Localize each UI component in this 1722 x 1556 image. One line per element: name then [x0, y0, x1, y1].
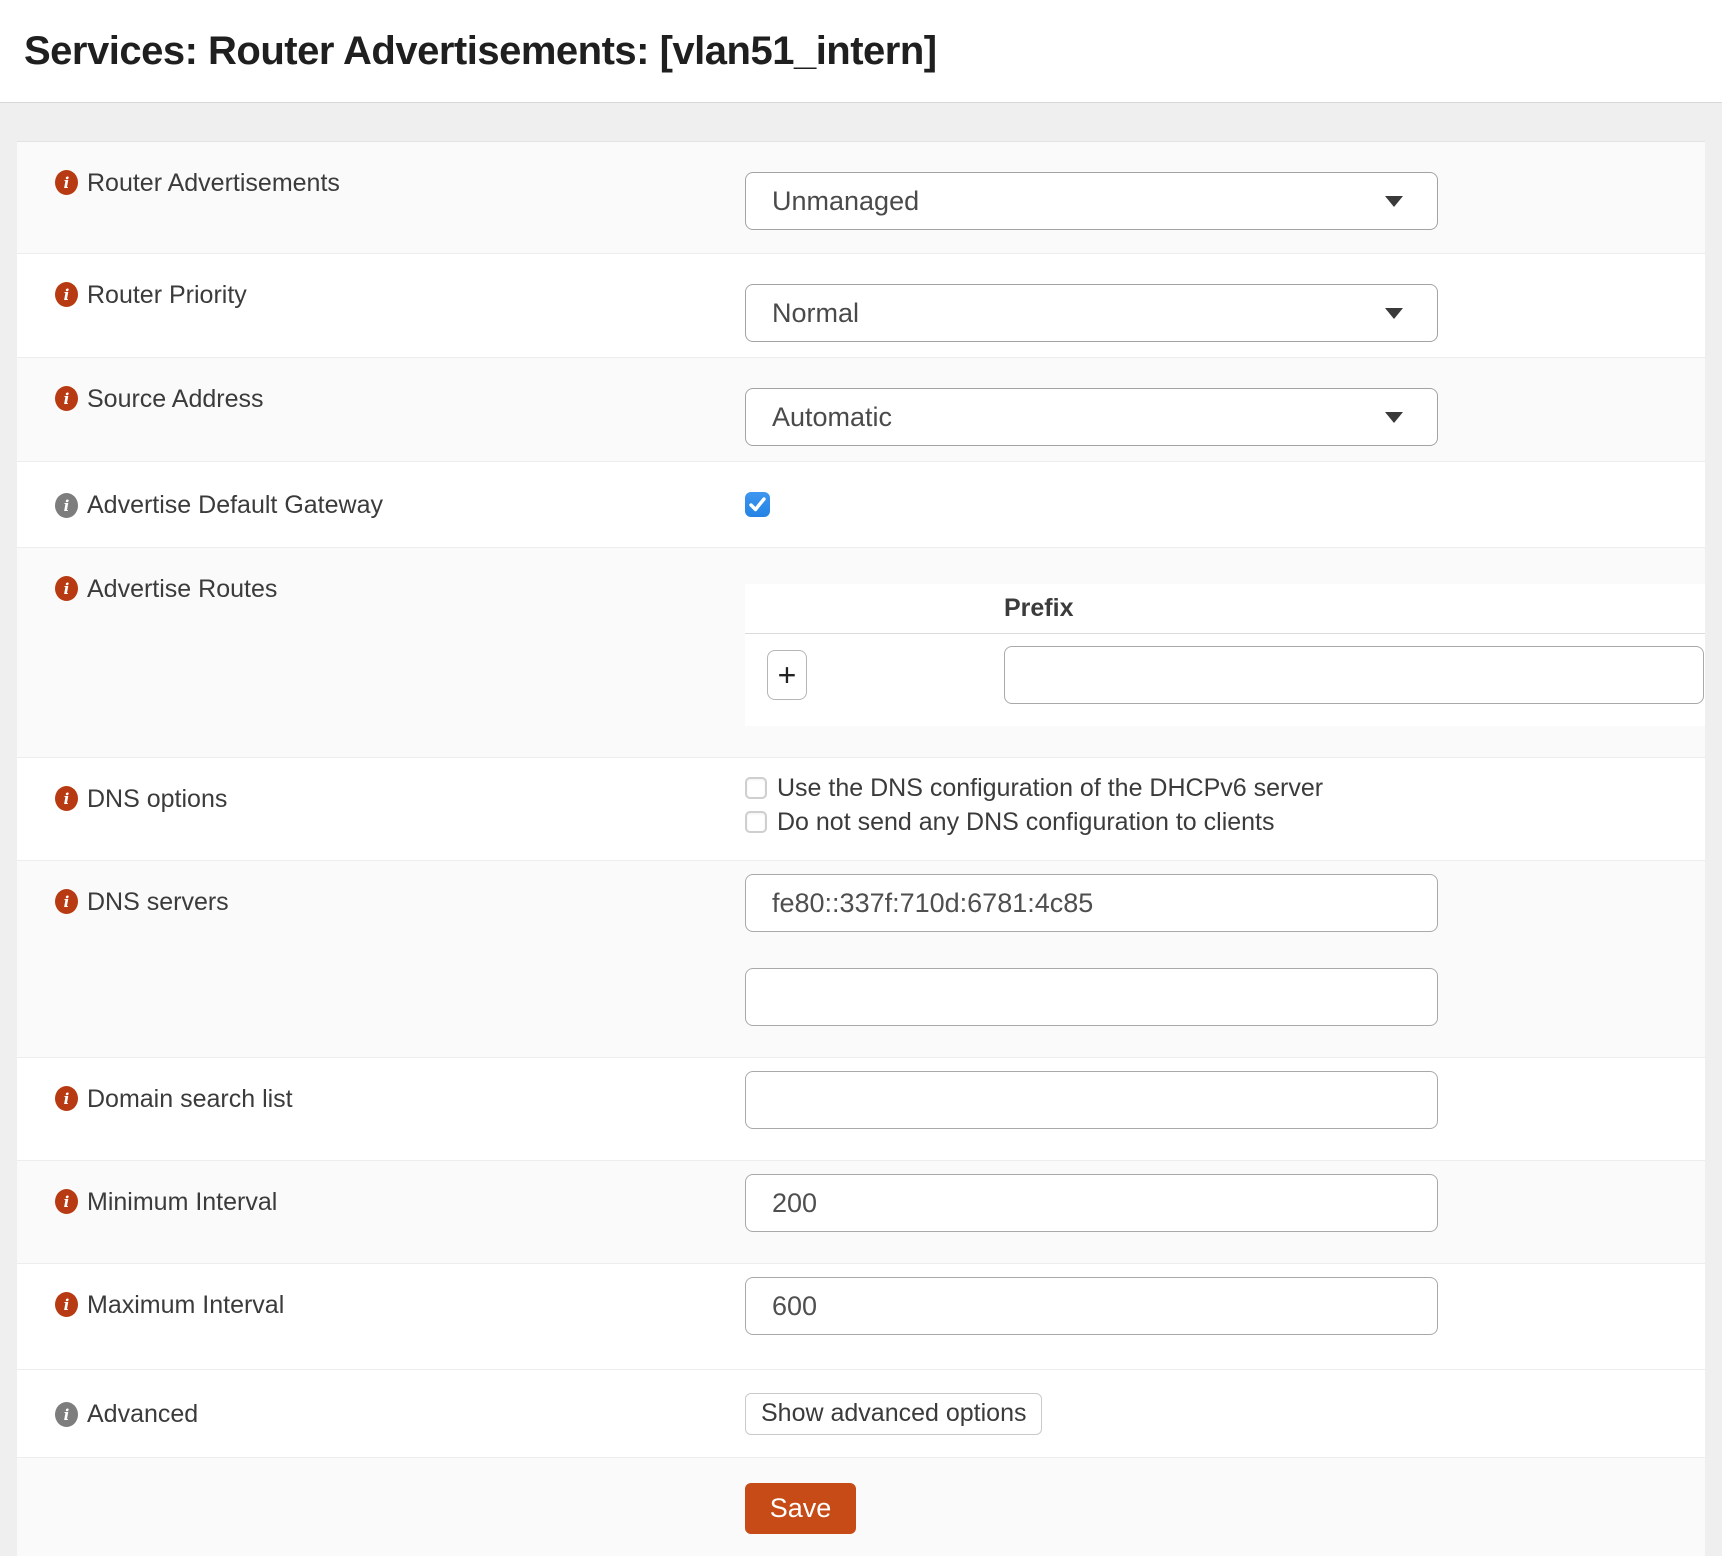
chevron-down-icon — [1385, 308, 1403, 319]
selected-value: Automatic — [772, 402, 892, 433]
use-dhcpv6-dns-checkbox[interactable] — [745, 777, 767, 799]
dns-option-no-dns: Do not send any DNS configuration to cli… — [745, 805, 1705, 839]
row-label: Source Address — [87, 384, 264, 414]
row-dns-options: i DNS options Use the DNS configuration … — [17, 757, 1705, 860]
row-label: Advertise Routes — [87, 574, 277, 604]
row-label: Router Priority — [87, 280, 247, 310]
info-icon[interactable]: i — [55, 282, 78, 307]
advertise-default-gateway-checkbox[interactable] — [745, 492, 770, 517]
row-label: DNS options — [87, 784, 227, 814]
row-label: Domain search list — [87, 1084, 293, 1114]
row-dns-servers: i DNS servers — [17, 860, 1705, 1057]
row-label: Maximum Interval — [87, 1290, 284, 1320]
info-icon[interactable]: i — [55, 1086, 78, 1111]
prefix-column-header: Prefix — [1004, 594, 1073, 623]
row-advertise-default-gateway: i Advertise Default Gateway — [17, 461, 1705, 547]
minimum-interval-input[interactable] — [745, 1174, 1438, 1232]
page-title: Services: Router Advertisements: [vlan51… — [24, 29, 937, 74]
info-icon[interactable]: i — [55, 889, 78, 914]
info-icon[interactable]: i — [55, 1292, 78, 1317]
selected-value: Unmanaged — [772, 186, 919, 217]
row-source-address: i Source Address Automatic — [17, 357, 1705, 461]
no-dns-config-checkbox[interactable] — [745, 811, 767, 833]
row-label: Minimum Interval — [87, 1187, 277, 1217]
chevron-down-icon — [1385, 196, 1403, 207]
row-router-priority: i Router Priority Normal — [17, 253, 1705, 357]
dns-option-dhcpv6: Use the DNS configuration of the DHCPv6 … — [745, 771, 1705, 805]
info-icon[interactable]: i — [55, 170, 78, 195]
show-advanced-options-button[interactable]: Show advanced options — [745, 1393, 1042, 1435]
source-address-select[interactable]: Automatic — [745, 388, 1438, 446]
add-route-button[interactable]: + — [767, 650, 807, 700]
title-bar: Services: Router Advertisements: [vlan51… — [0, 0, 1722, 103]
row-minimum-interval: i Minimum Interval — [17, 1160, 1705, 1263]
row-save: Save — [17, 1457, 1705, 1556]
selected-value: Normal — [772, 298, 859, 329]
row-label: Advanced — [87, 1399, 198, 1429]
row-label: Router Advertisements — [87, 168, 340, 198]
info-icon[interactable]: i — [55, 786, 78, 811]
dns-server-2-input[interactable] — [745, 968, 1438, 1026]
row-advertise-routes: i Advertise Routes Prefix + — [17, 547, 1705, 757]
checkbox-label: Use the DNS configuration of the DHCPv6 … — [777, 774, 1323, 803]
maximum-interval-input[interactable] — [745, 1277, 1438, 1335]
row-label: DNS servers — [87, 887, 229, 917]
checkmark-icon — [749, 497, 766, 512]
row-domain-search-list: i Domain search list — [17, 1057, 1705, 1160]
prefix-input[interactable] — [1004, 646, 1704, 704]
save-button[interactable]: Save — [745, 1483, 856, 1534]
router-advertisements-select[interactable]: Unmanaged — [745, 172, 1438, 230]
row-maximum-interval: i Maximum Interval — [17, 1263, 1705, 1369]
info-icon[interactable]: i — [55, 493, 78, 518]
row-router-advertisements: i Router Advertisements Unmanaged — [17, 142, 1705, 253]
chevron-down-icon — [1385, 412, 1403, 423]
dns-server-1-input[interactable] — [745, 874, 1438, 932]
settings-form: i Router Advertisements Unmanaged i Rout… — [17, 141, 1705, 1556]
info-icon[interactable]: i — [55, 1189, 78, 1214]
checkbox-label: Do not send any DNS configuration to cli… — [777, 808, 1275, 837]
router-priority-select[interactable]: Normal — [745, 284, 1438, 342]
info-icon[interactable]: i — [55, 576, 78, 601]
domain-search-list-input[interactable] — [745, 1071, 1438, 1129]
row-advanced: i Advanced Show advanced options — [17, 1369, 1705, 1457]
advertise-routes-table: Prefix + — [745, 584, 1705, 726]
row-label: Advertise Default Gateway — [87, 490, 383, 520]
info-icon[interactable]: i — [55, 1402, 78, 1427]
info-icon[interactable]: i — [55, 386, 78, 411]
